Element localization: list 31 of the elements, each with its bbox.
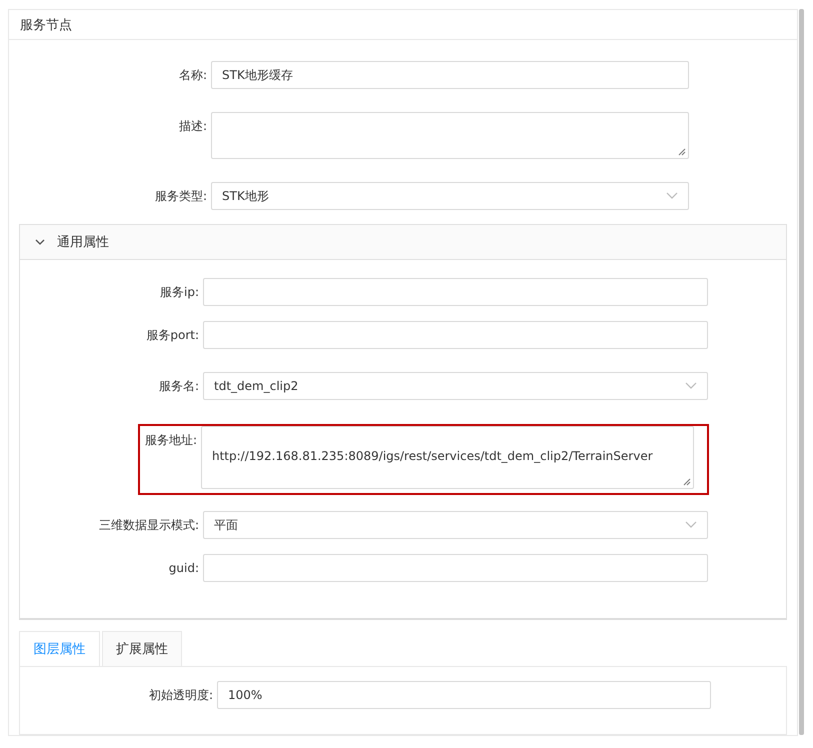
text-field[interactable] <box>203 321 708 349</box>
select-field[interactable]: tdt_dem_clip2 <box>203 372 708 400</box>
tab[interactable]: 扩展属性 <box>102 631 182 667</box>
chevron-icon <box>35 238 45 246</box>
field-label: 服务port: <box>145 327 200 344</box>
text-field[interactable]: 100% <box>217 681 711 709</box>
text-field[interactable]: STK地形缓存 <box>211 61 689 89</box>
panel-title: 通用属性 <box>57 234 109 251</box>
field-label: guid: <box>168 560 200 577</box>
resize-grip-icon <box>683 478 691 486</box>
text-field[interactable] <box>203 554 708 582</box>
field-label: 服务类型: <box>154 188 208 205</box>
caret-icon <box>685 521 697 529</box>
text-field[interactable] <box>203 278 708 306</box>
scrollbar[interactable] <box>799 9 804 735</box>
textarea-field[interactable]: http://192.168.81.235:8089/igs/rest/services/tdt_dem_clip2/TerrainServer <box>201 426 694 489</box>
field-label: 服务地址: <box>144 432 198 449</box>
resize-grip-icon <box>678 148 686 156</box>
select-field[interactable]: STK地形 <box>211 182 689 210</box>
select-field[interactable]: 平面 <box>203 511 708 539</box>
field-label: 描述: <box>178 118 208 135</box>
caret-icon <box>666 192 678 200</box>
card-title: 服务节点 <box>9 10 797 40</box>
field-label: 服务ip: <box>159 284 200 301</box>
caret-icon <box>685 382 697 390</box>
textarea-field[interactable] <box>211 112 689 159</box>
field-label: 名称: <box>178 67 208 84</box>
field-label: 三维数据显示模式: <box>98 517 200 534</box>
panel-header[interactable]: 通用属性 <box>20 225 786 260</box>
field-label: 服务名: <box>158 378 200 395</box>
field-label: 初始透明度: <box>148 687 214 704</box>
